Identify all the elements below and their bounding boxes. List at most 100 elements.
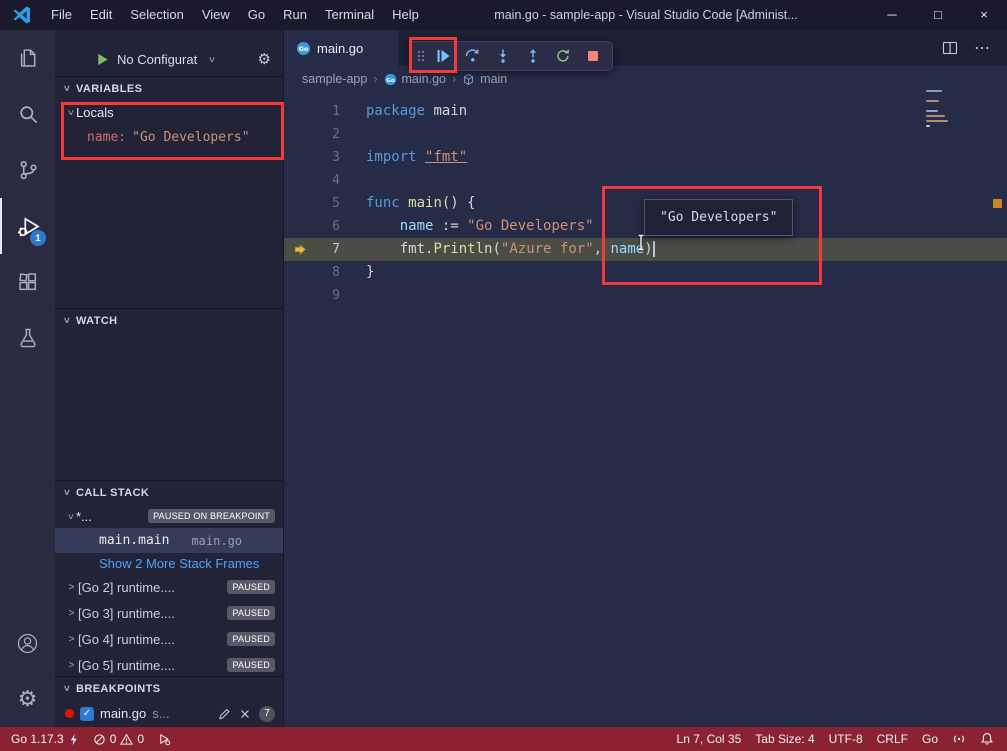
code-line-2[interactable]: 2 <box>284 123 1007 146</box>
symbol-package-icon <box>462 73 475 86</box>
breakpoint-row[interactable]: main.go s... 7 <box>55 700 283 727</box>
breadcrumb-main[interactable]: main <box>480 72 507 86</box>
line-number: 2 <box>310 123 340 146</box>
mouse-ibeam-cursor-icon <box>636 234 646 251</box>
account-icon[interactable] <box>0 615 55 671</box>
line-text: import "fmt" <box>340 146 467 169</box>
line-text: } <box>340 261 374 284</box>
settings-gear-icon[interactable]: ⚙ <box>0 671 55 727</box>
step-over-button[interactable] <box>458 42 488 70</box>
maximize-icon[interactable]: □ <box>915 0 961 30</box>
edit-breakpoint-pencil-icon[interactable] <box>218 707 231 720</box>
search-icon[interactable] <box>0 86 55 142</box>
breakpoint-checkbox[interactable] <box>80 707 94 721</box>
watch-section-header[interactable]: WATCH <box>55 308 283 332</box>
restart-button[interactable] <box>548 42 578 70</box>
debug-current-line-arrow-icon <box>294 243 307 256</box>
cursor-position-status[interactable]: Ln 7, Col 35 <box>670 727 749 751</box>
variable-row-name[interactable]: name: "Go Developers" <box>55 124 283 150</box>
breadcrumb-separator <box>372 72 378 86</box>
menu-selection[interactable]: Selection <box>121 0 192 30</box>
encoding-status[interactable]: UTF-8 <box>822 727 870 751</box>
notifications-bell-icon[interactable] <box>973 727 1001 751</box>
split-editor-icon[interactable] <box>942 40 958 56</box>
editor-group: Go main.go ⋯ sample-app Go main.go ma <box>283 30 1007 727</box>
code-editor[interactable]: 1package main23import "fmt"45func main()… <box>284 92 1007 727</box>
call-stack-section-header[interactable]: CALL STACK <box>55 480 283 504</box>
menu-terminal[interactable]: Terminal <box>316 0 383 30</box>
chevron-right-icon <box>65 634 78 645</box>
callstack-goroutine-row[interactable]: [Go 3] runtime....PAUSED <box>55 600 283 626</box>
breadcrumb-main-go[interactable]: main.go <box>402 72 446 86</box>
line-text: func main() { <box>340 192 476 215</box>
remove-breakpoint-close-icon[interactable] <box>239 708 251 720</box>
debug-config-gear-icon[interactable]: ⚙ <box>258 52 271 67</box>
menu-run[interactable]: Run <box>274 0 316 30</box>
callstack-thread-row[interactable]: *... PAUSED ON BREAKPOINT <box>55 504 283 528</box>
goroutine-label: [Go 5] runtime.... <box>78 658 175 673</box>
code-line-4[interactable]: 4 <box>284 169 1007 192</box>
menu-file[interactable]: File <box>42 0 81 30</box>
call-stack-title: CALL STACK <box>76 487 149 499</box>
breakpoints-section-header[interactable]: BREAKPOINTS <box>55 676 283 700</box>
line-number: 6 <box>310 215 340 238</box>
code-line-8[interactable]: 8} <box>284 261 1007 284</box>
source-control-icon[interactable] <box>0 142 55 198</box>
step-out-button[interactable] <box>518 42 548 70</box>
more-actions-icon[interactable]: ⋯ <box>974 38 991 58</box>
debug-status-icon[interactable] <box>151 727 178 751</box>
toolbar-drag-handle-icon[interactable] <box>414 48 428 64</box>
chevron-down-icon <box>60 315 73 326</box>
eol-status[interactable]: CRLF <box>870 727 915 751</box>
language-mode-status[interactable]: Go <box>915 727 945 751</box>
paused-badge: PAUSED <box>227 606 275 620</box>
problems-status[interactable]: 0 0 <box>86 727 151 751</box>
go-version-status[interactable]: Go 1.17.3 <box>4 727 86 751</box>
callstack-frame-row[interactable]: main.main main.go <box>55 528 283 553</box>
menu-bar: File Edit Selection View Go Run Terminal… <box>42 0 428 30</box>
remote-indicator-icon[interactable] <box>945 727 973 751</box>
error-icon <box>93 733 106 746</box>
gutter-glyph[interactable] <box>290 243 310 256</box>
run-and-debug-icon[interactable]: 1 <box>0 198 55 254</box>
debug-config-dropdown[interactable]: No Configurat <box>117 52 197 67</box>
tab-main-go[interactable]: Go main.go <box>284 30 398 66</box>
callstack-goroutine-row[interactable]: [Go 4] runtime....PAUSED <box>55 626 283 652</box>
menu-help[interactable]: Help <box>383 0 428 30</box>
extensions-icon[interactable] <box>0 254 55 310</box>
breadcrumb-separator <box>451 72 457 86</box>
code-line-1[interactable]: 1package main <box>284 100 1007 123</box>
show-more-stack-frames-link[interactable]: Show 2 More Stack Frames <box>55 553 283 574</box>
line-number: 8 <box>310 261 340 284</box>
paused-on-breakpoint-badge: PAUSED ON BREAKPOINT <box>148 509 275 523</box>
menu-edit[interactable]: Edit <box>81 0 121 30</box>
close-icon[interactable]: × <box>961 0 1007 30</box>
explorer-icon[interactable] <box>0 30 55 86</box>
code-line-9[interactable]: 9 <box>284 284 1007 307</box>
code-line-3[interactable]: 3import "fmt" <box>284 146 1007 169</box>
frame-file: main.go <box>191 534 242 548</box>
chevron-down-icon[interactable] <box>204 54 217 65</box>
minimap[interactable] <box>926 87 950 130</box>
callstack-goroutine-row[interactable]: [Go 2] runtime....PAUSED <box>55 574 283 600</box>
callstack-goroutine-row[interactable]: [Go 5] runtime....PAUSED <box>55 652 283 676</box>
tab-size-status[interactable]: Tab Size: 4 <box>748 727 821 751</box>
continue-button[interactable] <box>428 42 458 70</box>
breadcrumb-sample-app[interactable]: sample-app <box>302 72 367 86</box>
menu-go[interactable]: Go <box>239 0 274 30</box>
call-stack-body: *... PAUSED ON BREAKPOINT main.main main… <box>55 504 283 676</box>
goroutine-list: [Go 2] runtime....PAUSED[Go 3] runtime..… <box>55 574 283 676</box>
minimize-icon[interactable]: ─ <box>869 0 915 30</box>
testing-beaker-icon[interactable] <box>0 310 55 366</box>
start-debugging-icon[interactable] <box>95 52 110 67</box>
breakpoint-dot-icon <box>65 709 74 718</box>
breakpoint-file: main.go <box>100 706 146 721</box>
menu-view[interactable]: View <box>193 0 239 30</box>
variables-scope-locals[interactable]: Locals <box>55 100 283 124</box>
stop-button[interactable] <box>578 42 608 70</box>
variables-section-header[interactable]: VARIABLES <box>55 76 283 100</box>
variables-title: VARIABLES <box>76 83 142 95</box>
step-into-button[interactable] <box>488 42 518 70</box>
chevron-down-icon <box>63 107 76 118</box>
thread-label: *... <box>76 509 92 524</box>
